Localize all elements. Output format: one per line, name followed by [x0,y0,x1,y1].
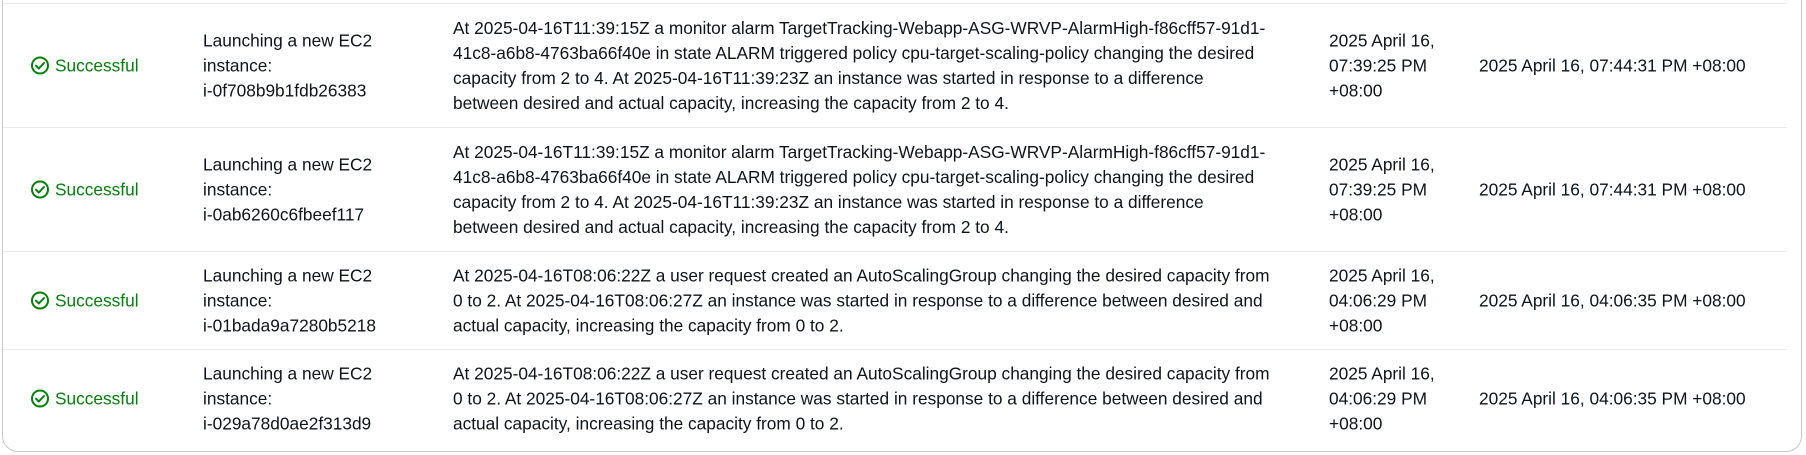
end-time-cell: 2025 April 16, 07:44:31 PM +08:00 [1479,179,1746,199]
activity-history-table: Successful Launching a new EC2 instance:… [2,0,1802,452]
status-success-icon [31,180,49,199]
status-text: Successful [55,290,139,310]
description-cell: Launching a new EC2 instance: i-029a78d0… [203,361,423,436]
description-line: Launching a new EC2 [203,363,373,383]
start-time-cell: 2025 April 16, 07:39:25 PM +08:00 [1329,154,1435,224]
cause-cell: At 2025-04-16T08:06:22Z a user request c… [453,363,1270,433]
status-cell: Successful [30,53,139,78]
instance-id: i-0f708b9b1fdb26383 [203,80,367,100]
description-cell: Launching a new EC2 instance: i-01bada9a… [203,263,423,338]
table-row: Successful Launching a new EC2 instance:… [3,349,1787,447]
status-cell: Successful [30,386,139,411]
end-time-cell: 2025 April 16, 04:06:35 PM +08:00 [1479,388,1746,408]
description-line: instance: [203,290,273,310]
description-line: instance: [203,388,273,408]
description-line: instance: [203,55,273,75]
instance-id: i-029a78d0ae2f313d9 [203,413,372,433]
table-row: Successful Launching a new EC2 instance:… [3,3,1787,127]
start-time-cell: 2025 April 16, 07:39:25 PM +08:00 [1329,30,1435,100]
description-cell: Launching a new EC2 instance: i-0ab6260c… [203,152,423,227]
description-line: Launching a new EC2 [203,30,373,50]
status-text: Successful [55,55,139,75]
status-cell: Successful [30,288,139,313]
end-time-cell: 2025 April 16, 04:06:35 PM +08:00 [1479,290,1746,310]
cause-cell: At 2025-04-16T08:06:22Z a user request c… [453,265,1270,335]
start-time-cell: 2025 April 16, 04:06:29 PM +08:00 [1329,265,1435,335]
end-time-cell: 2025 April 16, 07:44:31 PM +08:00 [1479,55,1746,75]
status-success-icon [31,291,49,310]
status-text: Successful [55,179,139,199]
start-time-cell: 2025 April 16, 04:06:29 PM +08:00 [1329,363,1435,433]
status-cell: Successful [30,177,139,202]
status-text: Successful [55,388,139,408]
cause-cell: At 2025-04-16T11:39:15Z a monitor alarm … [453,17,1266,113]
instance-id: i-01bada9a7280b5218 [203,315,376,335]
status-success-icon [31,56,49,75]
description-cell: Launching a new EC2 instance: i-0f708b9b… [203,28,423,103]
instance-id: i-0ab6260c6fbeef117 [203,204,365,224]
description-line: Launching a new EC2 [203,154,373,174]
description-line: instance: [203,179,273,199]
table-row: Successful Launching a new EC2 instance:… [3,127,1787,251]
description-line: Launching a new EC2 [203,265,373,285]
table-row: Successful Launching a new EC2 instance:… [3,251,1787,349]
cause-cell: At 2025-04-16T11:39:15Z a monitor alarm … [453,141,1266,237]
status-success-icon [31,389,49,408]
